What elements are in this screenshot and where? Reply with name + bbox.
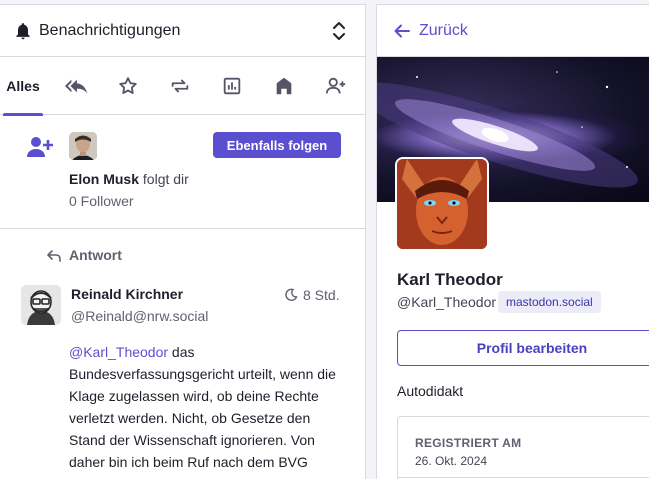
avatar[interactable] [21, 285, 61, 325]
back-button[interactable]: Zurück [377, 5, 649, 57]
poll-icon [223, 77, 241, 94]
reply-notification[interactable]: Antwort Reinald Kirchner @Reinald@nrw.so… [0, 229, 365, 479]
star-icon [119, 76, 137, 94]
tab-boosts[interactable] [154, 57, 206, 115]
field-label: REGISTRIERT AM [415, 436, 522, 450]
author-name[interactable]: Reinald Kirchner [71, 286, 183, 302]
notifications-column: Benachrichtigungen Alles Ebenfalls folge… [0, 4, 366, 479]
tab-follows[interactable] [310, 57, 362, 115]
arrow-left-icon [394, 24, 410, 37]
column-title: Benachrichtigungen [39, 21, 181, 39]
follow-action: folgt dir [142, 171, 189, 187]
person-add-icon [26, 135, 54, 159]
bell-icon [12, 20, 34, 42]
person-add-icon [325, 77, 346, 93]
column-header[interactable]: Benachrichtigungen [0, 5, 365, 57]
avatar[interactable] [69, 132, 97, 160]
profile-bio: Autodidakt [397, 383, 464, 399]
post-text: das Bundesverfassungsgericht urteilt, we… [69, 344, 336, 479]
moon-icon [284, 288, 298, 302]
post-content: @Karl_Theodor das Bundesverfassungsgeric… [69, 341, 344, 479]
mention-link[interactable]: @Karl_Theodor [69, 344, 168, 360]
tab-updates[interactable] [258, 57, 310, 115]
field-value: 26. Okt. 2024 [415, 454, 488, 468]
home-icon [276, 77, 292, 94]
tab-favourites[interactable] [102, 57, 154, 115]
follow-back-button[interactable]: Ebenfalls folgen [213, 132, 341, 158]
boost-icon [171, 79, 189, 92]
post-timestamp[interactable]: 8 Std. [303, 287, 340, 303]
edit-profile-button[interactable]: Profil bearbeiten [397, 330, 649, 366]
follower-name[interactable]: Elon Musk [69, 171, 139, 187]
author-handle[interactable]: @Reinald@nrw.social [71, 308, 208, 324]
profile-fields: REGISTRIERT AM 26. Okt. 2024 [397, 416, 649, 479]
reply-all-icon [65, 79, 87, 93]
follower-count: 0 Follower [69, 193, 134, 209]
follow-text: Elon Musk folgt dir [69, 171, 189, 187]
reply-icon [46, 249, 62, 263]
notification-type-label: Antwort [69, 247, 122, 263]
collapse-toggle-icon[interactable] [331, 19, 347, 43]
divider [398, 477, 649, 478]
tab-mentions[interactable] [50, 57, 102, 115]
profile-display-name: Karl Theodor [397, 270, 503, 289]
profile-handle: @Karl_Theodor [397, 294, 497, 310]
profile-column: Zurück Karl Theodor @Karl_Theodor mastod… [376, 4, 649, 479]
tab-all[interactable]: Alles [0, 57, 46, 116]
follow-notification[interactable]: Ebenfalls folgen Elon Musk folgt dir 0 F… [0, 115, 365, 229]
server-domain-badge[interactable]: mastodon.social [498, 291, 601, 313]
notification-filter-tabs: Alles [0, 57, 365, 116]
back-label: Zurück [419, 21, 468, 39]
tab-polls[interactable] [206, 57, 258, 115]
profile-avatar[interactable] [395, 157, 489, 251]
